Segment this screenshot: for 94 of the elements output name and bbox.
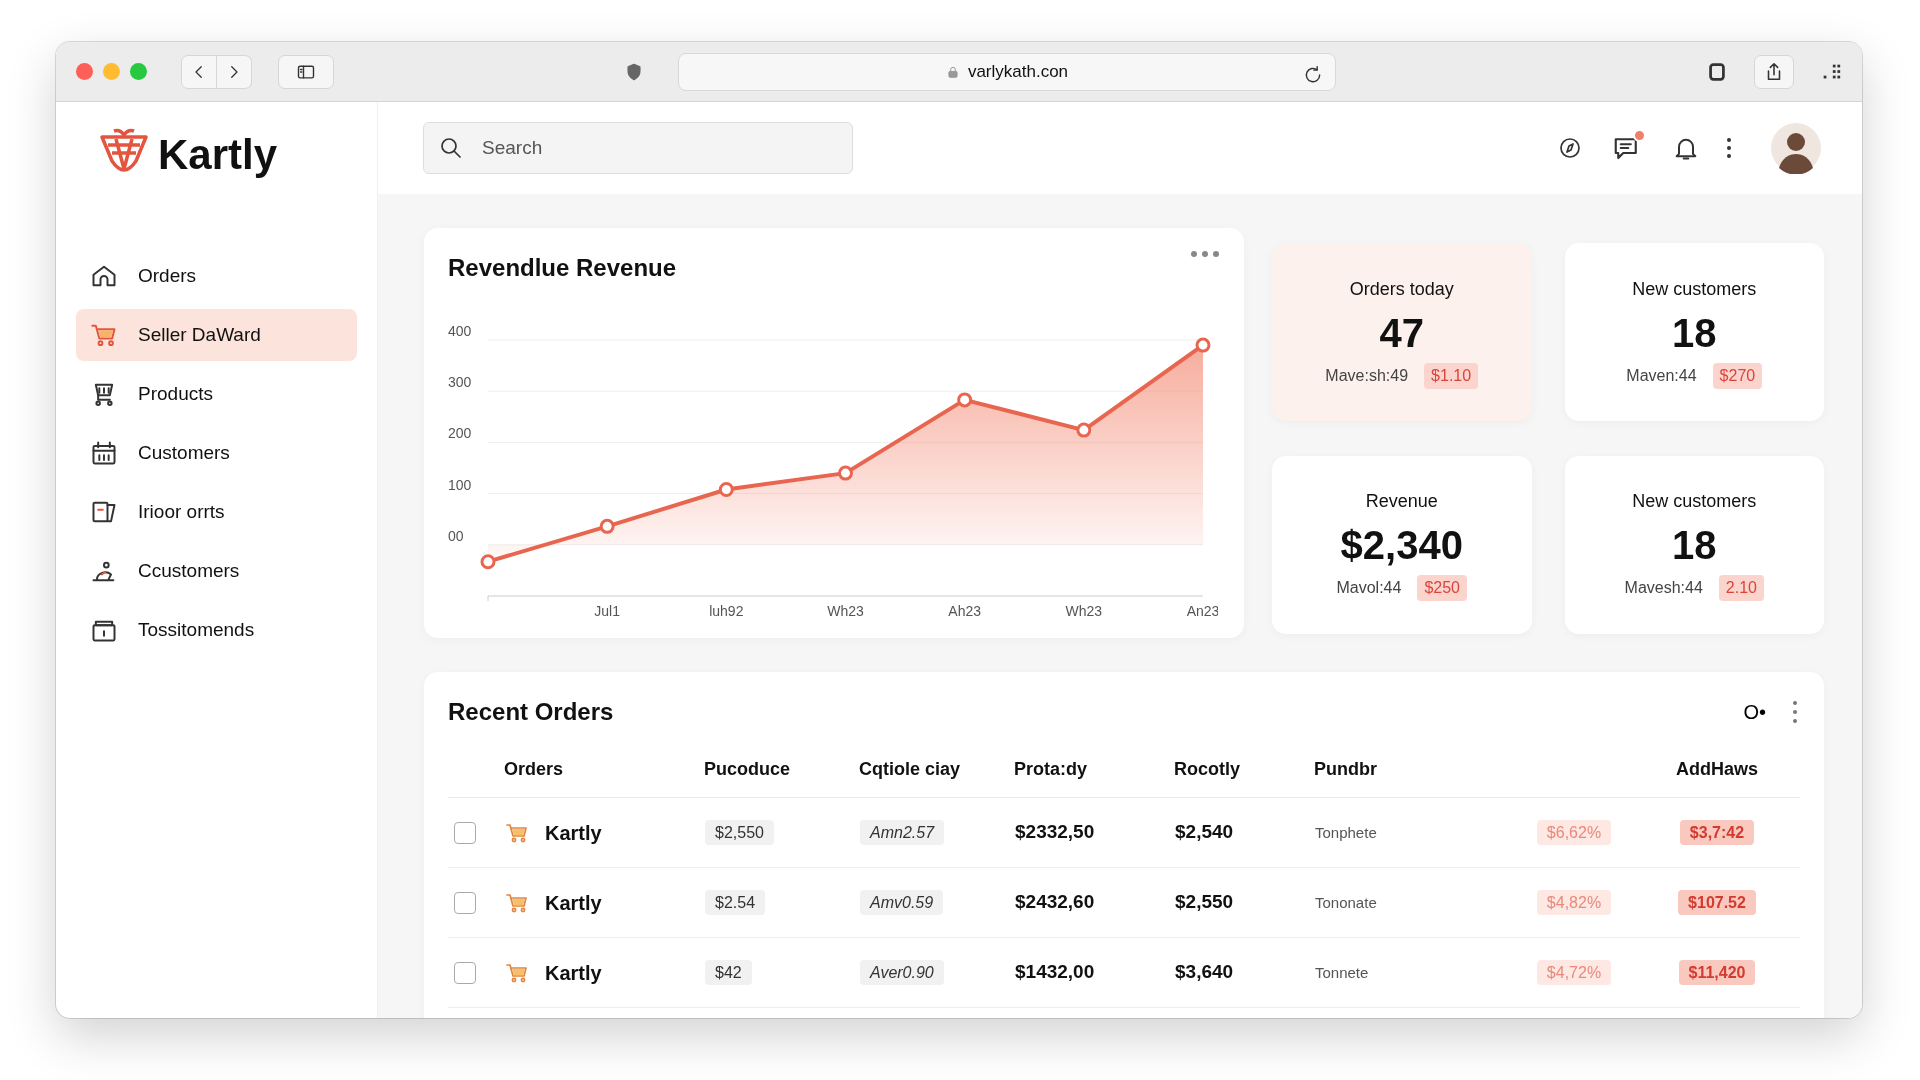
product-name: Kartly <box>545 890 602 916</box>
stat-value: 18 <box>1672 525 1717 565</box>
stat-label: New customers <box>1632 277 1757 301</box>
column-header: Orders <box>504 742 704 798</box>
y-tick-label: 400 <box>448 323 472 339</box>
search-icon <box>439 136 463 160</box>
column-header: Prota:dy <box>1014 742 1174 798</box>
stat-value: 47 <box>1379 312 1424 353</box>
status-text: Tonnete <box>1315 964 1369 982</box>
amount-tag: Amv0.59 <box>860 890 944 916</box>
delta-badge: $1.10 <box>1424 362 1479 389</box>
sidebar-toggle-button[interactable] <box>278 54 334 89</box>
delta-badge: $270 <box>1712 362 1763 389</box>
y-tick-label: 100 <box>448 476 472 493</box>
data-point <box>957 392 973 408</box>
stat-note: Mave:sh:49 <box>1325 365 1409 386</box>
row-checkbox[interactable] <box>454 822 476 845</box>
stat-note: Mavol:44 <box>1336 578 1402 598</box>
calendar-icon <box>90 439 118 467</box>
x-tick-label: An23 <box>1186 603 1218 619</box>
table-cell: $2332,50 <box>1015 821 1095 843</box>
percent-badge: $4,82% <box>1536 890 1612 916</box>
column-header: AddHaws <box>1634 742 1800 798</box>
stat-label: Orders today <box>1349 277 1454 301</box>
y-tick-label: 300 <box>448 374 472 391</box>
status-text: Tononate <box>1315 894 1377 912</box>
delta-badge: $250 <box>1417 575 1467 601</box>
x-tick-label: Wh23 <box>827 603 864 619</box>
chart-title: Revendlue Revenue <box>448 253 677 283</box>
sidebar-item[interactable]: Tossitomends <box>76 604 357 656</box>
table-cell: $2,540 <box>1175 821 1234 843</box>
address-bar[interactable]: varlykath.con <box>678 52 1336 91</box>
section-title: Recent Orders <box>448 697 614 727</box>
product-name: Kartly <box>545 820 602 846</box>
stat-label: Revenue <box>1365 490 1438 513</box>
sidebar-item[interactable]: Orders <box>76 250 357 302</box>
tabs-icon[interactable] <box>1706 60 1728 83</box>
price-tag: $42 <box>705 960 752 986</box>
status-text: Tonphete <box>1315 824 1377 842</box>
stat-value: $2,340 <box>1340 525 1463 565</box>
stat-label: New customers <box>1632 490 1757 513</box>
amount-badge: $11,420 <box>1678 960 1756 986</box>
sidebar-item[interactable]: Products <box>76 368 357 420</box>
shield-icon <box>624 62 644 83</box>
column-header: Pucoduce <box>704 742 859 798</box>
data-point <box>718 482 734 497</box>
data-point <box>599 518 615 534</box>
x-tick-label: Ah23 <box>948 603 981 619</box>
stat-value: 18 <box>1672 312 1717 353</box>
data-point <box>838 465 853 481</box>
x-tick-label: luh92 <box>709 603 744 619</box>
url-text: varlykath.con <box>967 60 1069 83</box>
table-cell: $2432,60 <box>1015 891 1095 913</box>
row-checkbox[interactable] <box>454 962 476 985</box>
search-field[interactable]: Search <box>423 122 853 174</box>
avatar[interactable] <box>1770 122 1822 174</box>
amount-badge: $107.52 <box>1678 890 1756 916</box>
delta-badge: 2.10 <box>1718 575 1764 601</box>
percent-badge: $4,72% <box>1536 960 1612 986</box>
data-point <box>480 554 496 570</box>
amount-tag: Amn2.57 <box>860 820 945 846</box>
x-tick-label: Wh23 <box>1065 603 1103 619</box>
table-cell: $3,640 <box>1175 961 1234 983</box>
stat-note: Maven:44 <box>1626 365 1697 386</box>
lock-icon <box>945 64 960 79</box>
price-tag: $2.54 <box>705 890 766 916</box>
amount-badge: $3,7:42 <box>1679 820 1755 846</box>
amount-tag: Aver0.90 <box>860 960 944 986</box>
column-header: Pundbr <box>1314 742 1514 798</box>
compass-icon[interactable] <box>1558 136 1582 160</box>
sidebar-item[interactable]: Irioor orrts <box>76 486 357 538</box>
row-checkbox[interactable] <box>454 892 476 915</box>
x-tick-label: Jul1 <box>594 603 620 619</box>
y-tick-label: 00 <box>448 527 464 544</box>
price-tag: $2,550 <box>705 820 774 846</box>
y-tick-label: 200 <box>448 425 472 442</box>
window-control-icon[interactable] <box>76 63 93 80</box>
percent-badge: $6,62% <box>1536 820 1612 846</box>
reload-icon[interactable] <box>1303 65 1323 85</box>
sidebar-item[interactable]: Customers <box>76 427 357 479</box>
sidebar-item[interactable]: Seller DaWard <box>76 309 357 361</box>
column-header: Rocotly <box>1174 742 1314 798</box>
brand-name: Kartly <box>158 129 278 180</box>
data-point <box>1195 337 1211 353</box>
stat-note: Mavesh:44 <box>1624 578 1703 598</box>
column-header: Cqtiole ciay <box>859 742 1014 798</box>
table-cell: $2,550 <box>1175 891 1234 913</box>
more-icon[interactable] <box>1726 137 1732 159</box>
data-point <box>1076 422 1092 438</box>
table-cell: $1432,00 <box>1015 961 1095 983</box>
share-button[interactable] <box>1754 54 1794 89</box>
sidebar-item[interactable]: Ccustomers <box>76 545 357 597</box>
view-toggle[interactable]: O• <box>1743 697 1766 727</box>
product-name: Kartly <box>545 960 602 986</box>
